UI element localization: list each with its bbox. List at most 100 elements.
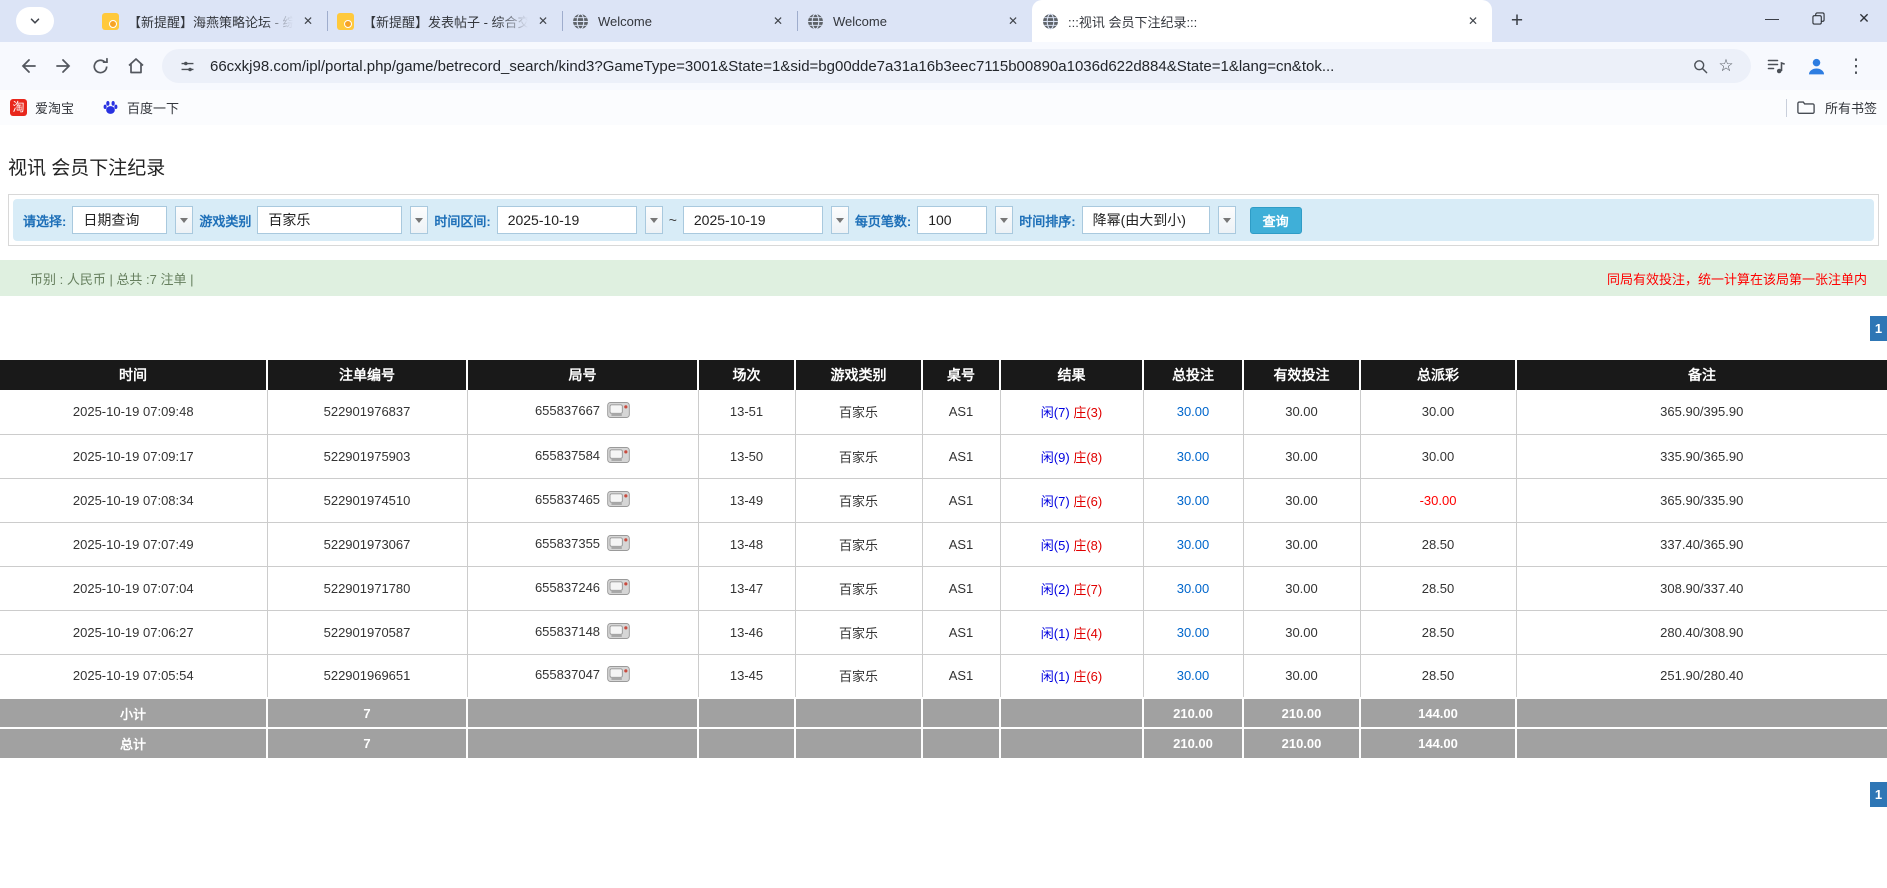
bet-id-cell: 522901974510 (267, 478, 467, 522)
bet-id-cell: 522901970587 (267, 610, 467, 654)
player-result: 闲(7) (1041, 494, 1070, 509)
per-page-dropdown-icon[interactable] (995, 206, 1013, 234)
payout-cell: 28.50 (1360, 522, 1516, 566)
video-icon[interactable] (607, 491, 630, 510)
reload-button[interactable] (82, 48, 118, 84)
sort-dropdown-icon[interactable] (1218, 206, 1236, 234)
tab-search-button[interactable] (16, 7, 54, 35)
total-row-cell: 144.00 (1360, 728, 1516, 758)
globe-icon (1042, 13, 1059, 30)
tab-close-icon[interactable]: ✕ (299, 12, 317, 30)
total-bet-link[interactable]: 30.00 (1177, 581, 1210, 596)
total-bet-link[interactable]: 30.00 (1177, 404, 1210, 419)
game-type-dropdown-icon[interactable] (410, 206, 428, 234)
currency-summary: 币别 : 人民币 | 总共 :7 注单 | (30, 269, 194, 288)
minimize-button[interactable]: — (1749, 0, 1795, 36)
result-cell: 闲(1) 庄(4) (1000, 610, 1143, 654)
total-bet-link[interactable]: 30.00 (1177, 493, 1210, 508)
zoom-icon[interactable] (1687, 58, 1713, 75)
filter-panel: 请选择: 日期查询 游戏类别 百家乐 时间区间: ~ 每页笔数: 时间排序: 降… (8, 194, 1879, 246)
game-type-select[interactable]: 百家乐 (257, 206, 402, 234)
forward-button[interactable] (46, 48, 82, 84)
game-cell: 百家乐 (795, 610, 922, 654)
chevron-down-icon (28, 14, 42, 28)
valid-bet-cell: 30.00 (1243, 478, 1360, 522)
page-1-button[interactable]: 1 (1870, 316, 1887, 341)
browser-tab[interactable]: :::视讯 会员下注纪录:::✕ (1032, 0, 1492, 42)
sort-select[interactable]: 降幂(由大到小) (1082, 206, 1210, 234)
subtotal-row-cell: 210.00 (1143, 698, 1243, 728)
round-number: 655837584 (535, 447, 600, 462)
toolbar-actions: ⋮ (1763, 55, 1869, 78)
back-button[interactable] (10, 48, 46, 84)
tab-title: 【新提醒】海燕策略论坛 - 综合 (128, 12, 293, 31)
date-from-dropdown-icon[interactable] (645, 206, 663, 234)
tab-close-icon[interactable]: ✕ (534, 12, 552, 30)
column-header: 结果 (1000, 360, 1143, 390)
menu-kebab-icon[interactable]: ⋮ (1843, 55, 1869, 78)
page-1-button[interactable]: 1 (1870, 782, 1887, 807)
player-result: 闲(2) (1041, 582, 1070, 597)
player-result: 闲(1) (1041, 626, 1070, 641)
total-bet-link[interactable]: 30.00 (1177, 537, 1210, 552)
table-header-row: 时间注单编号局号场次游戏类别桌号结果总投注有效投注总派彩备注 (0, 360, 1887, 390)
total-bet-link[interactable]: 30.00 (1177, 625, 1210, 640)
date-from-input[interactable] (497, 206, 637, 234)
address-bar[interactable]: 66cxkj98.com/ipl/portal.php/game/betreco… (162, 49, 1751, 83)
column-header: 时间 (0, 360, 267, 390)
round-cell: 655837667 (467, 390, 698, 434)
bookmark-star-icon[interactable]: ☆ (1713, 56, 1739, 76)
bookmark-label: 百度一下 (127, 98, 179, 117)
all-bookmarks[interactable]: 所有书签 (1786, 98, 1877, 117)
bookmark-item[interactable]: 百度一下 (102, 98, 179, 117)
profile-avatar[interactable] (1803, 56, 1829, 77)
query-type-dropdown-icon[interactable] (175, 206, 193, 234)
date-to-input[interactable] (683, 206, 823, 234)
total-row-cell: 210.00 (1143, 728, 1243, 758)
site-settings-icon[interactable] (174, 58, 200, 75)
banker-result: 庄(7) (1073, 582, 1102, 597)
per-page-input[interactable] (917, 206, 987, 234)
tab-close-icon[interactable]: ✕ (1464, 12, 1482, 30)
url-text[interactable]: 66cxkj98.com/ipl/portal.php/game/betreco… (210, 58, 1677, 75)
video-icon[interactable] (607, 447, 630, 466)
total-bet-link[interactable]: 30.00 (1177, 668, 1210, 683)
tab-close-icon[interactable]: ✕ (769, 12, 787, 30)
valid-bet-cell: 30.00 (1243, 654, 1360, 698)
new-tab-button[interactable]: + (1502, 6, 1532, 36)
restore-button[interactable] (1795, 0, 1841, 36)
total-bet-link[interactable]: 30.00 (1177, 449, 1210, 464)
close-window-button[interactable]: ✕ (1841, 0, 1887, 36)
video-icon[interactable] (607, 623, 630, 642)
video-icon[interactable] (607, 579, 630, 598)
browser-tab[interactable]: 【新提醒】发表帖子 - 综合交流 ✕ (327, 0, 562, 42)
round-number: 655837355 (535, 535, 600, 550)
browser-tab[interactable]: 【新提醒】海燕策略论坛 - 综合 ✕ (92, 0, 327, 42)
table-row: 2025-10-19 07:08:34522901974510655837465… (0, 478, 1887, 522)
bet-records-table: 时间注单编号局号场次游戏类别桌号结果总投注有效投注总派彩备注 2025-10-1… (0, 360, 1887, 758)
tab-title: 【新提醒】发表帖子 - 综合交流 (363, 12, 528, 31)
banker-result: 庄(4) (1073, 626, 1102, 641)
browser-tab[interactable]: Welcome✕ (562, 0, 797, 42)
date-to-dropdown-icon[interactable] (831, 206, 849, 234)
table-row: 2025-10-19 07:07:04522901971780655837246… (0, 566, 1887, 610)
video-icon[interactable] (607, 666, 630, 685)
game-type-label: 游戏类别 (199, 211, 251, 230)
media-controls-icon[interactable] (1763, 56, 1789, 76)
banker-result: 庄(3) (1073, 405, 1102, 420)
query-type-select[interactable]: 日期查询 (72, 206, 167, 234)
tab-close-icon[interactable]: ✕ (1004, 12, 1022, 30)
note-cell: 308.90/337.40 (1516, 566, 1887, 610)
page-content: 视讯 会员下注纪录 请选择: 日期查询 游戏类别 百家乐 时间区间: ~ 每页笔… (0, 153, 1887, 830)
subtotal-row-cell: 210.00 (1243, 698, 1360, 728)
browser-tab[interactable]: Welcome✕ (797, 0, 1032, 42)
search-button[interactable]: 查询 (1250, 207, 1302, 234)
time-cell: 2025-10-19 07:09:17 (0, 434, 267, 478)
banker-result: 庄(6) (1073, 669, 1102, 684)
game-cell: 百家乐 (795, 566, 922, 610)
video-icon[interactable] (607, 402, 630, 421)
home-button[interactable] (118, 48, 154, 84)
bookmark-item[interactable]: 淘爱淘宝 (10, 98, 74, 117)
video-icon[interactable] (607, 535, 630, 554)
round-cell: 655837465 (467, 478, 698, 522)
